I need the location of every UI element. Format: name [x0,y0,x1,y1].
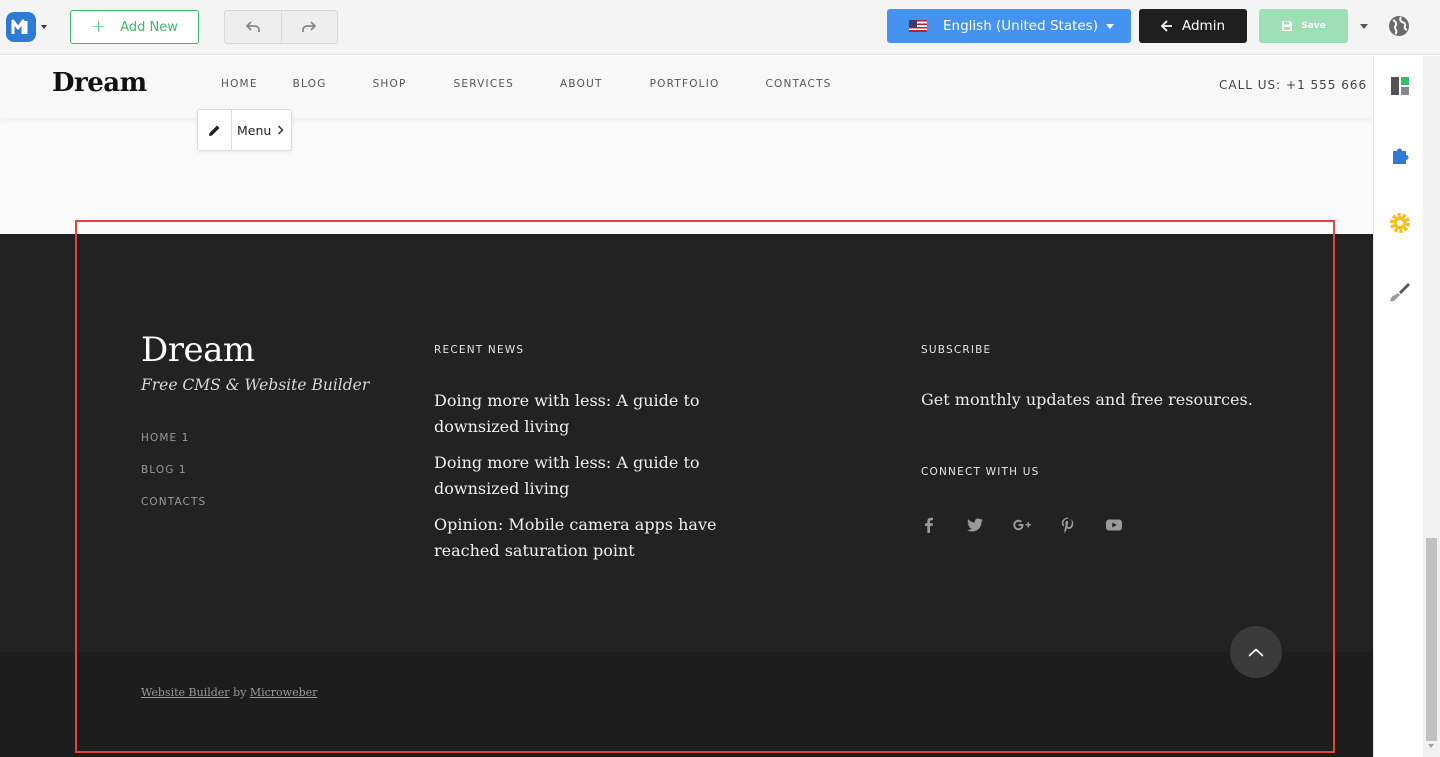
save-label: Save [1301,21,1326,31]
admin-button[interactable]: Admin [1139,9,1247,43]
footer-link-blog-1[interactable]: BLOG 1 [141,464,187,476]
footer-link-contacts[interactable]: CONTACTS [141,496,206,508]
google-plus-icon[interactable] [1012,516,1031,534]
connect-title: CONNECT WITH US [921,466,1040,478]
nav-shop[interactable]: SHOP [373,78,407,90]
add-new-label: Add New [120,19,178,35]
menu-label: Menu [237,122,272,138]
subscribe-text: Get monthly updates and free resources. [921,390,1253,409]
footer-credit: Website Builder by Microweber [141,686,317,699]
globe-icon[interactable] [1388,15,1410,37]
language-selector[interactable]: English (United States) [887,9,1131,43]
footer-brand[interactable]: Dream [141,330,255,370]
floppy-disk-icon [1282,21,1293,31]
language-label: English (United States) [943,18,1098,34]
microweber-link[interactable]: Microweber [250,686,318,699]
undo-redo-group [224,10,338,44]
modules-puzzle-icon[interactable] [1388,143,1412,167]
nav-blog[interactable]: BLOG [293,78,327,90]
redo-icon [302,21,317,32]
pencil-icon [209,125,220,136]
youtube-icon[interactable] [1105,516,1123,534]
chevron-down-icon [1106,23,1114,29]
microweber-logo-icon[interactable] [5,11,37,43]
news-item[interactable]: Doing more with less: A guide to downsiz… [434,388,734,440]
arrow-left-icon [1160,20,1172,32]
plus-icon: + [91,16,107,37]
credit-by: by [233,686,247,699]
twitter-icon[interactable] [966,516,984,534]
news-item[interactable]: Doing more with less: A guide to downsiz… [434,450,734,502]
website-builder-link[interactable]: Website Builder [141,686,230,699]
subscribe-title: SUBSCRIBE [921,344,992,356]
design-brush-icon[interactable] [1388,280,1412,304]
pinterest-icon[interactable] [1059,516,1077,534]
nav-about[interactable]: ABOUT [560,78,603,90]
editor-toolbar: + Add New English (United States) Admin … [0,0,1440,55]
nav-portfolio[interactable]: PORTFOLIO [650,78,720,90]
save-button[interactable]: Save [1259,9,1348,43]
call-us-text: CALL US: +1 555 666 [1219,78,1368,92]
edit-menu-button[interactable] [198,110,232,150]
undo-button[interactable] [225,11,281,43]
us-flag-icon [909,20,927,32]
add-new-button[interactable]: + Add New [70,10,199,44]
scrollbar-thumb[interactable] [1426,538,1437,741]
menu-label-button[interactable]: Menu [232,110,291,150]
nav-home[interactable]: HOME [221,78,258,90]
menu-edit-popup: Menu [197,109,292,151]
undo-icon [245,21,260,32]
admin-label: Admin [1181,18,1226,34]
chevron-right-icon [278,125,284,135]
facebook-icon[interactable] [920,516,938,534]
save-options-dropdown-icon[interactable] [1360,24,1368,29]
nav-contacts[interactable]: CONTACTS [765,78,831,90]
nav-services[interactable]: SERVICES [454,78,515,90]
back-to-top-button[interactable] [1230,626,1282,678]
footer-bottom-bar [0,652,1373,757]
page-scrollbar[interactable] [1423,56,1440,757]
chevron-up-icon [1248,647,1264,657]
logo-dropdown-icon[interactable] [41,25,47,29]
redo-button[interactable] [280,11,338,43]
main-nav: HOME BLOG SHOP SERVICES ABOUT PORTFOLIO … [221,78,832,90]
settings-gear-icon[interactable] [1388,211,1412,235]
footer-tagline: Free CMS & Website Builder [141,376,370,394]
scroll-down-arrow-icon[interactable] [1428,744,1434,748]
recent-news-title: RECENT NEWS [434,344,525,356]
layouts-icon[interactable] [1388,74,1412,98]
site-logo[interactable]: Dream [52,68,147,98]
footer-link-home-1[interactable]: HOME 1 [141,432,189,444]
news-item[interactable]: Opinion: Mobile camera apps have reached… [434,512,734,564]
